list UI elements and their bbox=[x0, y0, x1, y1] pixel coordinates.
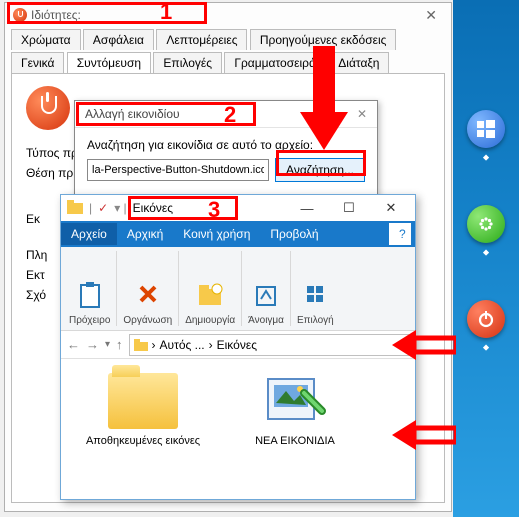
tab-shortcut[interactable]: Συντόμευση bbox=[67, 52, 151, 73]
explorer-content: Αποθηκευμένες εικόνες ΝΕΑ ΕΙΚΟΝΙΔΙΑ bbox=[61, 359, 415, 493]
icon-file-input[interactable] bbox=[87, 159, 269, 181]
properties-title: Ιδιότητες: bbox=[31, 8, 81, 22]
ribbon-new[interactable]: Δημιουργία bbox=[179, 251, 242, 326]
tab-row-1: Χρώματα Ασφάλεια Λεπτομέρειες Προηγούμεν… bbox=[5, 27, 451, 50]
tab-row-2: Γενικά Συντόμευση Επιλογές Γραμματοσειρά… bbox=[5, 50, 451, 73]
menu-file[interactable]: Αρχείο bbox=[61, 223, 117, 245]
minimize-button[interactable]: — bbox=[289, 201, 325, 216]
picture-icon bbox=[260, 373, 330, 429]
item-label: ΝΕΑ ΕΙΚΟΝΙΔΙΑ bbox=[235, 435, 355, 447]
nav-forward[interactable]: → bbox=[86, 337, 99, 352]
tab-security[interactable]: Ασφάλεια bbox=[83, 29, 154, 50]
tab-previous[interactable]: Προηγούμενες εκδόσεις bbox=[250, 29, 397, 50]
change-icon-title: Αλλαγή εικονιδίου bbox=[85, 107, 180, 121]
close-button[interactable]: ✕ bbox=[373, 200, 409, 216]
tab-colors[interactable]: Χρώματα bbox=[11, 29, 81, 50]
tab-general[interactable]: Γενικά bbox=[11, 52, 64, 73]
address-path[interactable]: ›Αυτός ...›Εικόνες bbox=[129, 334, 409, 356]
folder-small-icon bbox=[67, 200, 83, 217]
desktop-label: ⬥ bbox=[453, 342, 519, 353]
folder-new-icons[interactable]: ΝΕΑ ΕΙΚΟΝΙΔΙΑ bbox=[235, 373, 355, 479]
tab-options[interactable]: Επιλογές bbox=[153, 52, 222, 73]
shortcut-icon bbox=[26, 86, 70, 130]
ribbon-open[interactable]: Άνοιγμα bbox=[242, 251, 291, 326]
nav-back[interactable]: ← bbox=[67, 337, 80, 352]
tab-layout[interactable]: Διάταξη bbox=[328, 52, 389, 73]
explorer-ribbon: Πρόχειρο Οργάνωση Δημιουργία Άνοιγμα Επι… bbox=[61, 247, 415, 331]
menu-help[interactable]: ? bbox=[389, 223, 411, 245]
properties-titlebar[interactable]: Ιδιότητες: ✕ bbox=[5, 3, 451, 27]
ribbon-clipboard[interactable]: Πρόχειρο bbox=[63, 251, 117, 326]
explorer-menubar: Αρχείο Αρχική Κοινή χρήση Προβολή ? bbox=[61, 221, 415, 247]
ribbon-select[interactable]: Επιλογή bbox=[291, 251, 340, 326]
folder-saved-pictures[interactable]: Αποθηκευμένες εικόνες bbox=[83, 373, 203, 479]
qat-check-icon[interactable]: ✓ bbox=[98, 201, 108, 215]
explorer-titlebar[interactable]: | ✓ ▾ | Εικόνες — ☐ ✕ bbox=[61, 195, 415, 221]
qat-separator: | bbox=[89, 201, 92, 215]
change-icon-titlebar[interactable]: Αλλαγή εικονιδίου ✕ bbox=[75, 101, 377, 128]
change-icon-prompt: Αναζήτηση για εικονίδια σε αυτό το αρχεί… bbox=[87, 138, 365, 152]
browse-button[interactable]: Αναζήτηση... bbox=[275, 158, 365, 182]
explorer-address-bar: ← → ▾ ↑ ›Αυτός ...›Εικόνες bbox=[61, 331, 415, 359]
tab-details[interactable]: Λεπτομέρειες bbox=[156, 29, 247, 50]
desktop-shortcut-restart[interactable] bbox=[467, 205, 505, 243]
desktop-label: ⬥ bbox=[453, 247, 519, 258]
ribbon-organize[interactable]: Οργάνωση bbox=[117, 251, 179, 326]
desktop-shortcut-shutdown[interactable] bbox=[467, 300, 505, 338]
tab-font[interactable]: Γραμματοσειρά bbox=[224, 52, 326, 73]
folder-icon bbox=[108, 373, 178, 429]
menu-home[interactable]: Αρχική bbox=[117, 223, 173, 245]
explorer-window: | ✓ ▾ | Εικόνες — ☐ ✕ Αρχείο Αρχική Κοιν… bbox=[60, 194, 416, 500]
menu-view[interactable]: Προβολή bbox=[260, 223, 328, 245]
desktop-label: ⬥ bbox=[453, 152, 519, 163]
explorer-title: Εικόνες bbox=[133, 201, 173, 215]
item-label: Αποθηκευμένες εικόνες bbox=[83, 435, 203, 447]
desktop-shortcut-windows[interactable] bbox=[467, 110, 505, 148]
menu-share[interactable]: Κοινή χρήση bbox=[173, 223, 260, 245]
nav-up[interactable]: ↑ bbox=[116, 337, 123, 352]
shutdown-icon bbox=[13, 8, 27, 22]
desktop-background: ⬥ ⬥ ⬥ bbox=[453, 0, 519, 517]
close-icon[interactable]: ✕ bbox=[357, 107, 367, 121]
maximize-button[interactable]: ☐ bbox=[331, 200, 367, 216]
close-button[interactable]: ✕ bbox=[419, 7, 443, 24]
